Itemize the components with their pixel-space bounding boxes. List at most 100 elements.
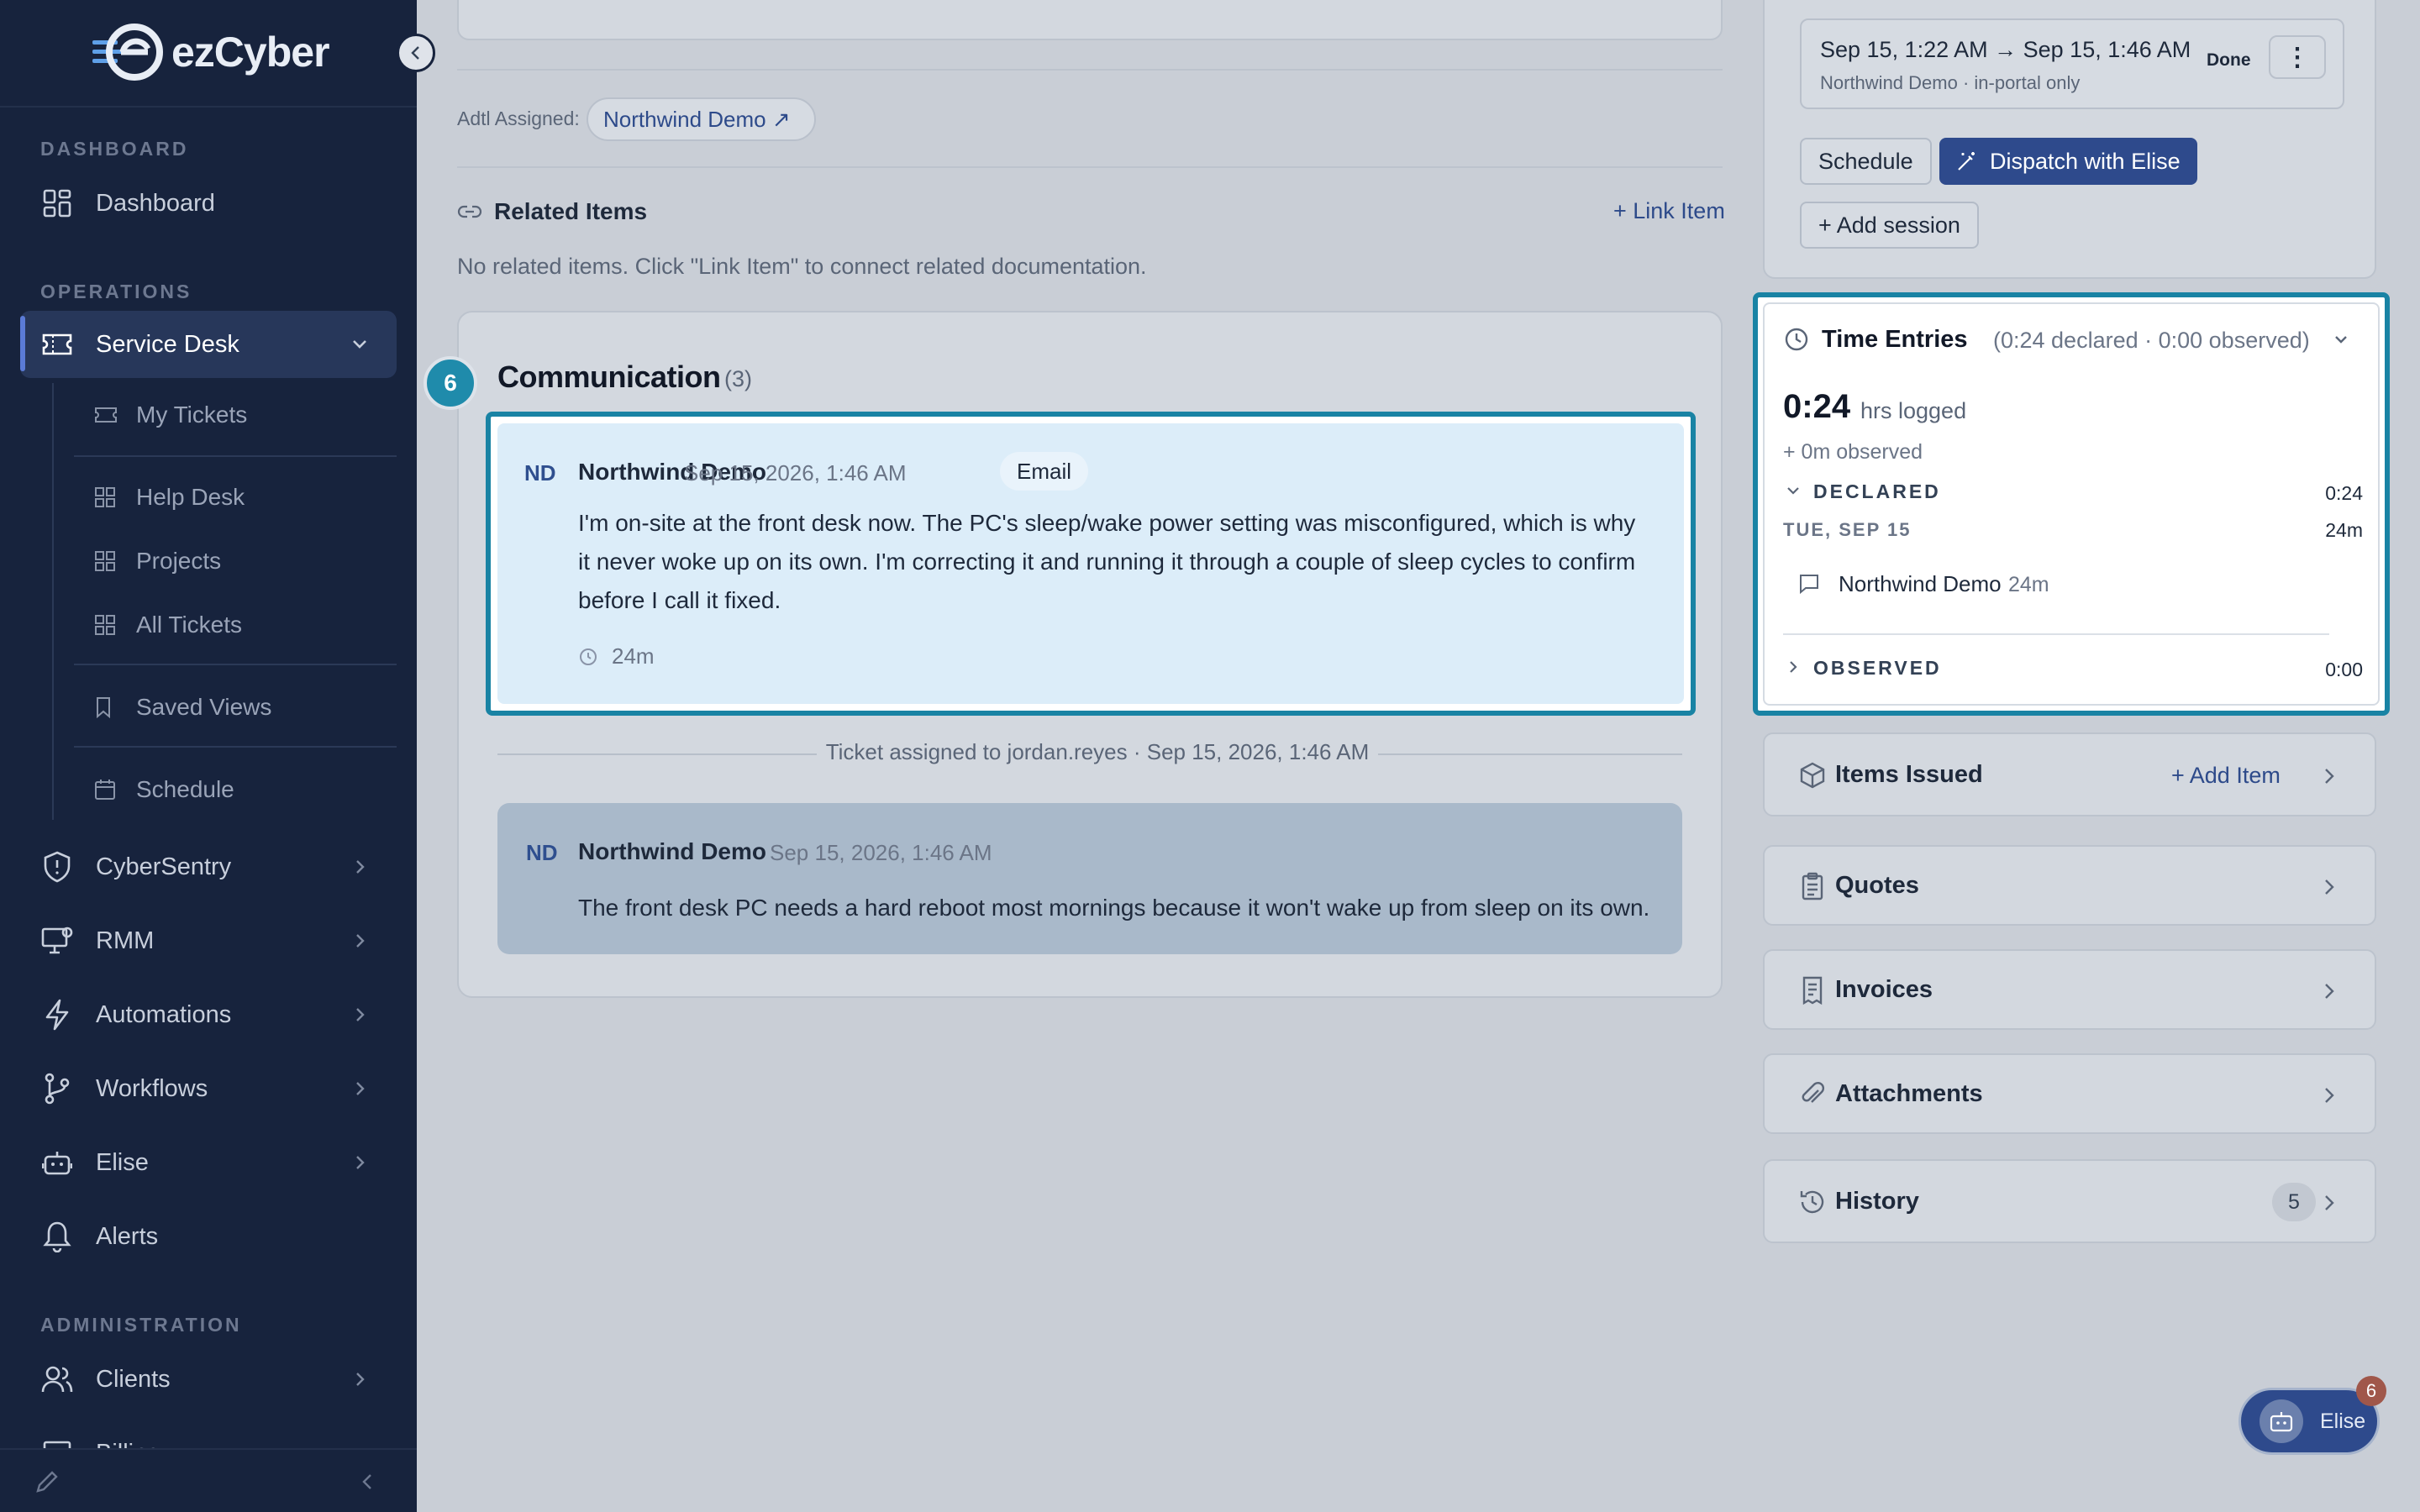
observed-label[interactable]: OBSERVED [1813, 657, 1942, 680]
nav-item-rmm[interactable]: RMM [20, 907, 397, 974]
day-value: 24m [2325, 519, 2363, 541]
link-item-button[interactable]: + Link Item [1613, 198, 1725, 224]
declared-label[interactable]: DECLARED [1813, 480, 1941, 503]
history-count-badge: 5 [2272, 1183, 2316, 1221]
dispatch-button[interactable]: Dispatch with Elise [1939, 138, 2197, 185]
nav-item-service-desk[interactable]: Service Desk [20, 311, 397, 378]
add-session-button[interactable]: + Add session [1800, 202, 1979, 249]
pencil-icon[interactable] [34, 1468, 60, 1495]
quotes-section[interactable]: Quotes [1763, 845, 2376, 926]
duration-text: 24m [612, 643, 655, 669]
quotes-title: Quotes [1835, 872, 1919, 899]
lightning-icon [40, 998, 74, 1032]
submenu-guide-line [52, 383, 54, 820]
related-items-empty: No related items. Click "Link Item" to c… [457, 254, 1147, 279]
divider [1783, 633, 2329, 635]
chevron-right-icon [2325, 1088, 2334, 1103]
grid-icon [94, 612, 119, 638]
shield-icon [40, 850, 74, 884]
nav-item-elise[interactable]: Elise [20, 1129, 397, 1196]
message-body: The front desk PC needs a hard reboot mo… [578, 895, 1650, 921]
sub-item-saved-views[interactable]: Saved Views [94, 682, 271, 732]
robot-icon [2260, 1399, 2303, 1443]
message-card[interactable]: ND Northwind Demo Sep 15, 2026, 1:46 AM … [497, 803, 1682, 954]
nav-item-dashboard[interactable]: Dashboard [20, 170, 397, 237]
divider [457, 69, 1723, 71]
message-card: ND Northwind Demo Sep 15, 2026, 1:46 AM … [497, 423, 1684, 704]
sub-item-all-tickets[interactable]: All Tickets [94, 600, 242, 650]
time-entries-summary[interactable]: (0:24 declared · 0:00 observed) [1993, 328, 2310, 354]
items-issued-section[interactable]: Items Issued + Add Item [1763, 732, 2376, 816]
history-icon [1800, 1190, 1824, 1214]
users-icon [40, 1362, 74, 1396]
observed-value: 0:00 [2325, 659, 2363, 680]
entry-duration: 24m [2008, 573, 2049, 596]
nav-item-alerts[interactable]: Alerts [20, 1203, 397, 1270]
chevron-left-icon [411, 46, 419, 60]
chevron-down-icon[interactable] [2331, 329, 2351, 349]
monitor-icon [40, 924, 74, 958]
adtl-assigned-link[interactable]: Northwind Demo ↗ [587, 97, 816, 141]
collapse-sidebar-button[interactable] [397, 34, 435, 72]
nav-item-automations[interactable]: Automations [20, 981, 397, 1048]
sidebar-footer [0, 1448, 417, 1512]
nav-item-clients[interactable]: Clients [20, 1346, 397, 1413]
status-badge: Done [2193, 44, 2265, 77]
nav-item-label: Workflows [96, 1074, 208, 1102]
message-line: I'm on-site at the front desk now. The P… [578, 510, 1636, 536]
add-item-button[interactable]: + Add Item [2171, 763, 2281, 789]
top-card-remnant [457, 0, 1723, 40]
session-menu-button[interactable]: ⋮ [2269, 35, 2326, 79]
history-title: History [1835, 1188, 1919, 1215]
chevron-left-icon[interactable] [356, 1470, 380, 1494]
chevron-right-icon [356, 1008, 365, 1021]
clock-icon [1785, 328, 1808, 351]
divider [457, 166, 1723, 168]
ticket-icon [40, 328, 74, 361]
message-highlighted[interactable]: ND Northwind Demo Sep 15, 2026, 1:46 AM … [486, 412, 1696, 716]
sub-item-label: Schedule [136, 776, 234, 802]
dispatch-label: Dispatch with Elise [1990, 148, 2181, 174]
sub-item-help-desk[interactable]: Help Desk [94, 472, 245, 522]
session-row[interactable]: Sep 15, 1:22 AM → Sep 15, 1:46 AM Northw… [1800, 18, 2344, 109]
nav-item-label: RMM [96, 927, 155, 954]
invoices-section[interactable]: Invoices [1763, 949, 2376, 1030]
schedule-button[interactable]: Schedule [1800, 138, 1932, 185]
main-content: Adtl Assigned: Northwind Demo ↗ Related … [417, 0, 2420, 1512]
sub-item-schedule[interactable]: Schedule [94, 764, 234, 815]
chevron-right-icon [356, 1373, 365, 1386]
nav-item-cybersentry[interactable]: CyberSentry [20, 833, 397, 900]
communication-title: Communication [497, 360, 721, 394]
clipboard-icon [1802, 872, 1823, 900]
chevron-right-icon [2325, 879, 2334, 895]
submenu-divider [74, 664, 397, 665]
sidebar: ezCyber DASHBOARD Dashboard OPERATIONS S… [0, 0, 435, 1512]
brand-logo[interactable]: ezCyber [91, 20, 330, 84]
attachments-section[interactable]: Attachments [1763, 1053, 2376, 1134]
section-label-administration: ADMINISTRATION [40, 1314, 242, 1336]
ezcyber-logo-icon [91, 20, 168, 84]
message-author: Northwind Demo [578, 838, 766, 864]
items-issued-title: Items Issued [1835, 761, 1983, 788]
section-label-dashboard: DASHBOARD [40, 138, 189, 160]
submenu-divider [74, 455, 397, 457]
entry-name[interactable]: Northwind Demo [1839, 571, 2002, 597]
history-section[interactable]: History 5 [1763, 1159, 2376, 1243]
assignment-event: Ticket assigned to jordan.reyes · Sep 15… [825, 739, 1370, 764]
divider [1378, 753, 1682, 755]
sub-item-label: My Tickets [136, 402, 248, 428]
sub-item-my-tickets[interactable]: My Tickets [94, 390, 247, 440]
chevron-right-icon[interactable] [1783, 657, 1803, 677]
bookmark-icon [94, 695, 119, 720]
message-line: it never woke up on its own. I'm correct… [578, 549, 1636, 575]
chevron-down-icon[interactable] [1783, 480, 1803, 501]
git-branch-icon [40, 1072, 74, 1105]
chevron-right-icon [2325, 1195, 2334, 1210]
nav-item-workflows[interactable]: Workflows [20, 1055, 397, 1122]
nav-item-label: Dashboard [96, 189, 215, 217]
section-label-operations: OPERATIONS [40, 281, 192, 302]
sub-item-projects[interactable]: Projects [94, 536, 221, 586]
step-badge: 6 [424, 356, 477, 410]
submenu-divider [74, 746, 397, 748]
message-date: Sep 15, 2026, 1:46 AM [770, 840, 992, 865]
